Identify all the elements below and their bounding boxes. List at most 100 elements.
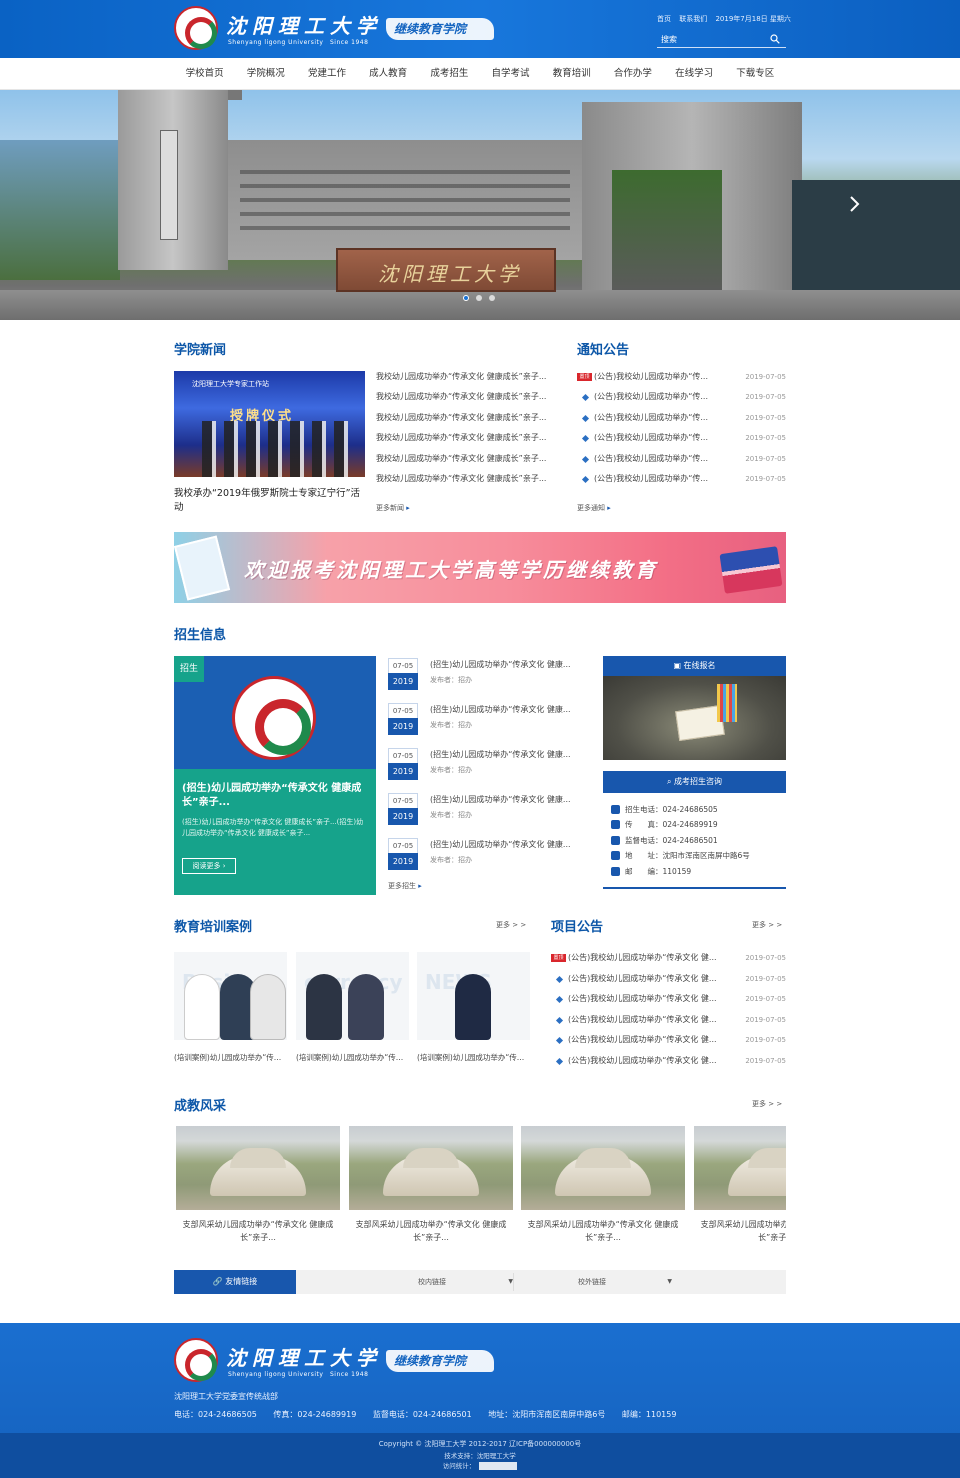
diamond-bullet-icon xyxy=(581,394,590,402)
internal-links-select[interactable]: 校内链接 ▼ xyxy=(408,1273,514,1291)
search-box xyxy=(657,31,786,48)
gallery-item[interactable]: 支部风采幼儿园成功举办“传承文化 健康成长”亲子... xyxy=(176,1126,340,1246)
news-item[interactable]: 我校幼儿园成功举办“传承文化 健康成长”亲子... xyxy=(376,452,558,472)
news-section-title: 学院新闻 xyxy=(174,343,227,358)
news-item[interactable]: 我校幼儿园成功举办“传承文化 健康成长”亲子... xyxy=(376,390,558,410)
admission-item[interactable]: 07-05 2019 (招生)幼儿园成功举办“传承文化 健康... 发布者：招办 xyxy=(388,656,588,701)
style-section-title: 成教风采 xyxy=(174,1099,227,1114)
slider-dot[interactable] xyxy=(476,295,482,301)
case-caption: (培训案例)幼儿园成功举办“传承... xyxy=(174,1053,287,1062)
promo-banner[interactable]: 欢迎报考沈阳理工大学高等学历继续教育 xyxy=(174,532,786,603)
diamond-bullet-icon xyxy=(581,455,590,463)
nav-item-cooperation[interactable]: 合作办学 xyxy=(602,58,663,90)
news-item[interactable]: 我校幼儿园成功举办“传承文化 健康成长”亲子... xyxy=(376,472,558,492)
case-image: NEWS xyxy=(417,952,530,1040)
notice-item[interactable]: (公告)我校幼儿园成功举办“传... 2019-07-05 xyxy=(577,452,786,472)
project-item[interactable]: (公告)我校幼儿园成功举办“传承文化 健... 2019-07-05 xyxy=(551,1033,786,1054)
site-logo[interactable]: 沈阳理工大学 Shenyang ligong University Since … xyxy=(174,6,494,52)
home-link[interactable]: 首页 xyxy=(657,15,671,23)
slider-dot[interactable] xyxy=(463,295,469,301)
gallery-item[interactable]: 支部风采幼儿园成功举办“传承文化 健康成长”亲子... xyxy=(349,1126,513,1246)
external-links-select[interactable]: 校外链接 ▼ xyxy=(568,1273,672,1291)
footer-contacts: 电话：024-24686505 传真：024-24689919 监督电话：024… xyxy=(174,1409,690,1420)
style-more-link[interactable]: 更多 > > xyxy=(752,1099,782,1109)
current-date: 2019年7月18日 星期六 xyxy=(715,15,791,23)
nav-item-adult-edu[interactable]: 成人教育 xyxy=(358,58,419,90)
cases-grid: Busi (培训案例)幼儿园成功举办“传承... currency (培训案例)… xyxy=(174,952,530,1069)
gallery-item[interactable]: 支部风采幼儿园成功举办“传承文化 健康成长”亲子... xyxy=(694,1126,786,1246)
diamond-bullet-icon xyxy=(581,414,590,422)
notice-item[interactable]: (公告)我校幼儿园成功举办“传... 2019-07-05 xyxy=(577,472,786,492)
nav-item-admission[interactable]: 成考招生 xyxy=(419,58,480,90)
hero-banner[interactable]: 沈阳理工大学 xyxy=(0,90,960,320)
project-text: (公告)我校幼儿园成功举办“传承文化 健... xyxy=(568,953,717,962)
admission-item[interactable]: 07-05 2019 (招生)幼儿园成功举办“传承文化 健康... 发布者：招办 xyxy=(388,701,588,746)
case-card[interactable]: Busi (培训案例)幼儿园成功举办“传承... xyxy=(174,952,287,1063)
news-item[interactable]: 我校幼儿园成功举办“传承文化 健康成长”亲子... xyxy=(376,431,558,451)
university-seal-icon xyxy=(232,676,316,760)
phone-icon xyxy=(611,805,620,814)
news-more-link[interactable]: 更多新闻 ▸ xyxy=(376,503,410,513)
date-month-day: 07-05 xyxy=(388,838,418,853)
project-item[interactable]: (公告)我校幼儿园成功举办“传承文化 健... 2019-07-05 xyxy=(551,992,786,1013)
admission-item[interactable]: 07-05 2019 (招生)幼儿园成功举办“传承文化 健康... 发布者：招办 xyxy=(388,836,588,881)
contact-link[interactable]: 联系我们 xyxy=(679,15,707,23)
footer-department: 沈阳理工大学党委宣传统战部 xyxy=(174,1392,278,1401)
news-item[interactable]: 我校幼儿园成功举办“传承文化 健康成长”亲子... xyxy=(376,411,558,431)
case-card[interactable]: NEWS (培训案例)幼儿园成功举办“传承... xyxy=(417,952,530,1063)
projects-more-link[interactable]: 更多 > > xyxy=(752,920,782,930)
nav-item-party[interactable]: 党建工作 xyxy=(296,58,357,90)
notice-date: 2019-07-05 xyxy=(745,474,786,483)
notice-item[interactable]: (公告)我校幼儿园成功举办“传... 2019-07-05 xyxy=(577,390,786,410)
chevron-right-icon[interactable] xyxy=(848,196,860,212)
friendly-links-label: 🔗 友情链接 xyxy=(174,1270,296,1294)
tech-support-text: 技术支持：沈阳理工大学 xyxy=(444,1452,516,1460)
external-links-value: 校外链接 xyxy=(578,1278,606,1286)
caret-down-icon: ▼ xyxy=(667,1278,672,1285)
admission-more-link[interactable]: 更多招生 ▸ xyxy=(388,881,422,891)
search-input[interactable] xyxy=(661,33,761,45)
slider-dots xyxy=(463,295,495,301)
date-year: 2019 xyxy=(388,763,418,780)
notice-text: (公告)我校幼儿园成功举办“传... xyxy=(594,453,709,463)
project-item[interactable]: (公告)我校幼儿园成功举办“传承文化 健... 2019-07-05 xyxy=(551,1054,786,1075)
nav-item-download[interactable]: 下载专区 xyxy=(725,58,786,90)
case-card[interactable]: currency (培训案例)幼儿园成功举办“传承... xyxy=(296,952,409,1063)
footer-logo[interactable]: 沈阳理工大学 Shenyang ligong University Since … xyxy=(174,1338,494,1384)
project-item[interactable]: (公告)我校幼儿园成功举办“传承文化 健... 2019-07-05 xyxy=(551,972,786,993)
nav-item-training[interactable]: 教育培训 xyxy=(541,58,602,90)
project-item[interactable]: (公告)我校幼儿园成功举办“传承文化 健... 2019-07-05 xyxy=(551,1013,786,1034)
notice-item[interactable]: 置顶 (公告)我校幼儿园成功举办“传... 2019-07-05 xyxy=(577,370,786,390)
admission-item-meta: 发布者：招办 xyxy=(430,676,472,684)
case-person xyxy=(184,974,220,1040)
footer-supervise: 监督电话：024-24686501 xyxy=(372,1410,472,1419)
admission-feature-card[interactable]: 招生 (招生)幼儿园成功举办“传承文化 健康成长”亲子... (招生)幼儿园成功… xyxy=(174,656,376,895)
news-item[interactable]: 我校幼儿园成功举办“传承文化 健康成长”亲子... xyxy=(376,370,558,390)
nav-item-online[interactable]: 在线学习 xyxy=(664,58,725,90)
logo-en: Shenyang ligong University xyxy=(228,39,324,46)
search-icon[interactable] xyxy=(770,34,780,44)
nav-item-overview[interactable]: 学院概况 xyxy=(235,58,296,90)
news-featured-caption[interactable]: 我校承办“2019年俄罗斯院士专家辽宁行”活动 xyxy=(174,487,365,515)
slider-dot[interactable] xyxy=(489,295,495,301)
online-apply-image[interactable] xyxy=(603,676,786,760)
notice-item[interactable]: (公告)我校幼儿园成功举办“传... 2019-07-05 xyxy=(577,411,786,431)
news-more-label: 更多新闻 xyxy=(376,504,404,512)
news-featured-image[interactable]: 沈阳理工大学专家工作站 授牌仪式 xyxy=(174,371,365,477)
date-month-day: 07-05 xyxy=(388,703,418,718)
project-item[interactable]: 置顶 (公告)我校幼儿园成功举办“传承文化 健... 2019-07-05 xyxy=(551,951,786,972)
admission-item[interactable]: 07-05 2019 (招生)幼儿园成功举办“传承文化 健康... 发布者：招办 xyxy=(388,746,588,791)
cases-more-link[interactable]: 更多 > > xyxy=(496,920,526,930)
gallery-item[interactable]: 支部风采幼儿园成功举办“传承文化 健康成长”亲子... xyxy=(521,1126,685,1246)
case-person xyxy=(455,974,491,1040)
case-person xyxy=(306,974,342,1040)
nav-item-home[interactable]: 学校首页 xyxy=(174,58,235,90)
read-more-button[interactable]: 阅读更多 › xyxy=(182,858,236,874)
notices-more-link[interactable]: 更多通知 ▸ xyxy=(577,503,611,513)
notice-item[interactable]: (公告)我校幼儿园成功举办“传... 2019-07-05 xyxy=(577,431,786,451)
admission-item[interactable]: 07-05 2019 (招生)幼儿园成功举办“传承文化 健康... 发布者：招办 xyxy=(388,791,588,836)
notice-text: (公告)我校幼儿园成功举办“传... xyxy=(594,372,709,381)
online-apply-button[interactable]: ▣ 在线报名 xyxy=(603,656,786,676)
nav-item-self-exam[interactable]: 自学考试 xyxy=(480,58,541,90)
admission-item-title: (招生)幼儿园成功举办“传承文化 健康... xyxy=(430,705,571,714)
